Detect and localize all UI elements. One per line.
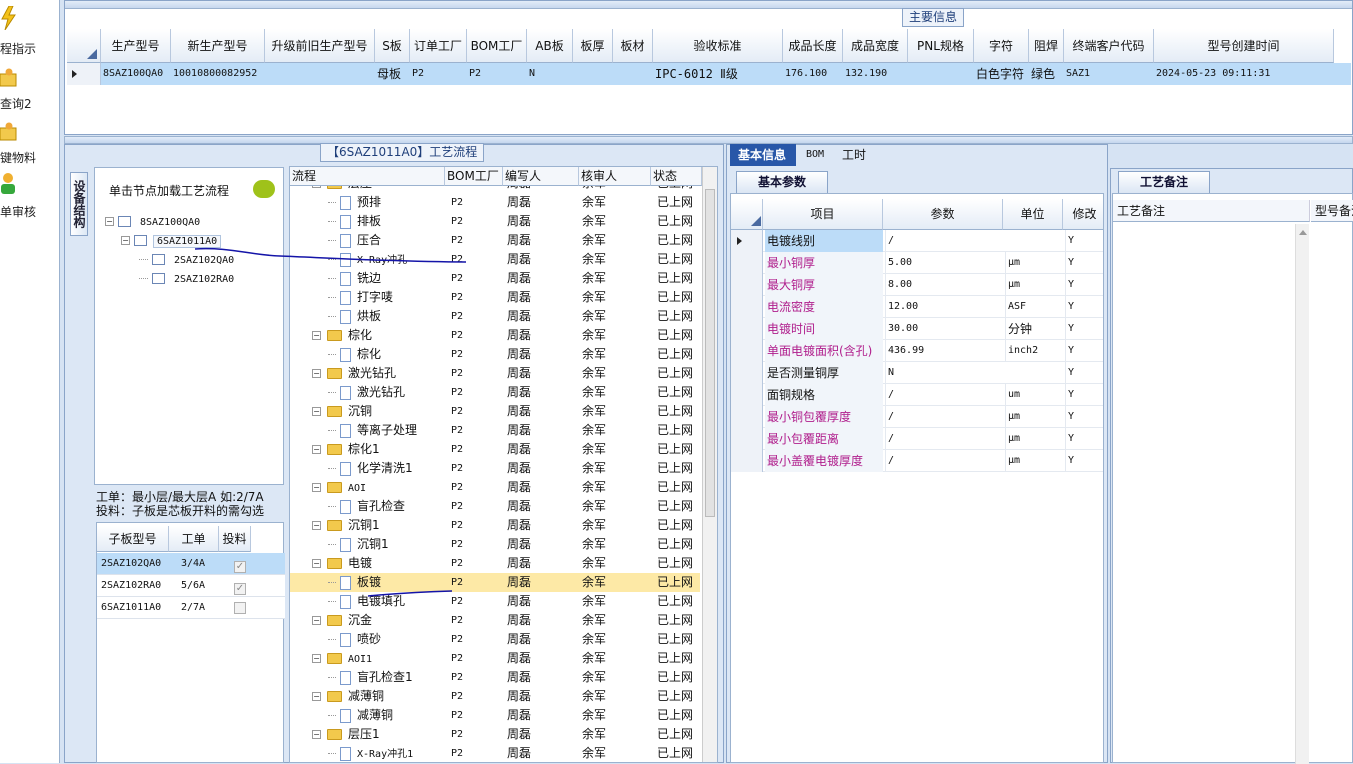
annotation-line-1 xyxy=(194,247,467,263)
col-process-remark[interactable]: 工艺备注 xyxy=(1113,200,1310,222)
param-unit: μm xyxy=(1005,428,1063,450)
param-value[interactable]: 5.00 xyxy=(885,252,1001,274)
param-item: 电镀线别 xyxy=(765,230,883,252)
param-item: 最大铜厚 xyxy=(765,274,883,296)
param-item: 面铜规格 xyxy=(765,384,883,406)
param-item: 最小铜包覆厚度 xyxy=(765,406,883,428)
param-modify[interactable]: Y xyxy=(1065,406,1103,428)
param-modify[interactable]: Y xyxy=(1065,450,1103,472)
param-modify[interactable]: Y xyxy=(1065,362,1103,384)
param-value[interactable]: / xyxy=(885,230,1001,252)
param-row[interactable]: 最小包覆距离 / μm Y xyxy=(731,428,1103,450)
param-modify[interactable]: Y xyxy=(1065,340,1103,362)
param-value[interactable]: 30.00 xyxy=(885,318,1001,340)
detail-tab[interactable]: 工时 xyxy=(834,144,876,166)
param-col-header[interactable]: 单位 xyxy=(1003,199,1063,230)
param-value[interactable]: N xyxy=(885,362,1001,384)
param-unit: ASF xyxy=(1005,296,1063,318)
param-modify[interactable]: Y xyxy=(1065,230,1103,252)
param-modify[interactable]: Y xyxy=(1065,296,1103,318)
row-pointer-icon xyxy=(737,237,742,245)
corner-arrow-icon xyxy=(751,216,761,226)
param-item: 电镀时间 xyxy=(765,318,883,340)
remark-scrollbar[interactable] xyxy=(1295,224,1309,764)
param-value[interactable]: 12.00 xyxy=(885,296,1001,318)
param-row[interactable]: 面铜规格 / um Y xyxy=(731,384,1103,406)
detail-tab[interactable]: BOM xyxy=(798,144,832,166)
param-unit: inch2 xyxy=(1005,340,1063,362)
param-value[interactable]: / xyxy=(885,428,1001,450)
param-unit: μm xyxy=(1005,406,1063,428)
param-item: 最小包覆距离 xyxy=(765,428,883,450)
param-row[interactable]: 最大铜厚 8.00 μm Y xyxy=(731,274,1103,296)
param-row[interactable]: 最小铜包覆厚度 / μm Y xyxy=(731,406,1103,428)
param-unit: μm xyxy=(1005,252,1063,274)
param-value[interactable]: / xyxy=(885,450,1001,472)
params-grid: 项目 参数 单位 修改 电镀线别 / Y 最小铜厚 5.00 μm Y 最大铜厚 8.00 μm Y 电流密… xyxy=(730,193,1104,763)
param-item: 最小盖覆电镀厚度 xyxy=(765,450,883,472)
col-model-remark[interactable]: 型号备注 xyxy=(1311,200,1353,222)
scroll-up-icon[interactable] xyxy=(1299,230,1307,235)
param-col-header[interactable]: 参数 xyxy=(883,199,1003,230)
param-value[interactable]: 436.99 xyxy=(885,340,1001,362)
param-col-header[interactable]: 修改 xyxy=(1063,199,1103,230)
param-modify[interactable]: Y xyxy=(1065,252,1103,274)
param-row[interactable]: 最小盖覆电镀厚度 / μm Y xyxy=(731,450,1103,472)
param-item: 单面电镀面积(含孔) xyxy=(765,340,883,362)
param-unit: μm xyxy=(1005,450,1063,472)
param-value[interactable]: / xyxy=(885,384,1001,406)
param-modify[interactable]: Y xyxy=(1065,274,1103,296)
param-row[interactable]: 是否测量铜厚 N Y xyxy=(731,362,1103,384)
param-item: 是否测量铜厚 xyxy=(765,362,883,384)
param-row[interactable]: 单面电镀面积(含孔) 436.99 inch2 Y xyxy=(731,340,1103,362)
param-item: 最小铜厚 xyxy=(765,252,883,274)
param-modify[interactable]: Y xyxy=(1065,428,1103,450)
subtab-basic-params[interactable]: 基本参数 xyxy=(736,171,828,193)
param-unit: μm xyxy=(1005,274,1063,296)
param-row[interactable]: 最小铜厚 5.00 μm Y xyxy=(731,252,1103,274)
param-row[interactable]: 电镀时间 30.00 分钟 Y xyxy=(731,318,1103,340)
remark-grid: 工艺备注 型号备注 xyxy=(1112,193,1353,764)
tab-process-remark[interactable]: 工艺备注 xyxy=(1118,171,1210,193)
param-item: 电流密度 xyxy=(765,296,883,318)
param-unit: um xyxy=(1005,384,1063,406)
detail-tab[interactable]: 基本信息 xyxy=(730,144,796,166)
annotation-line-2 xyxy=(367,590,453,597)
param-modify[interactable]: Y xyxy=(1065,318,1103,340)
param-row[interactable]: 电流密度 12.00 ASF Y xyxy=(731,296,1103,318)
param-row[interactable]: 电镀线别 / Y xyxy=(731,230,1103,252)
param-value[interactable]: / xyxy=(885,406,1001,428)
param-col-header[interactable]: 项目 xyxy=(763,199,883,230)
param-value[interactable]: 8.00 xyxy=(885,274,1001,296)
param-modify[interactable]: Y xyxy=(1065,384,1103,406)
param-unit: 分钟 xyxy=(1005,318,1063,340)
